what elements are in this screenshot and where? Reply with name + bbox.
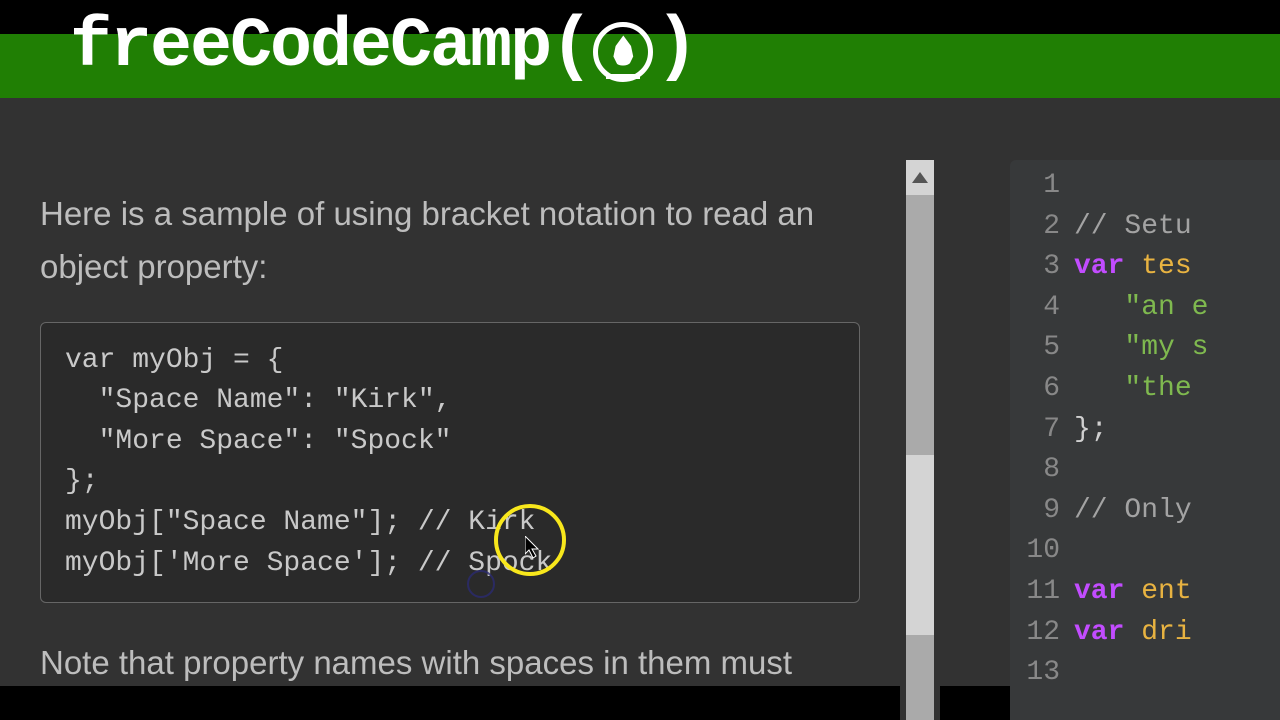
editor-line[interactable]: 7};: [1010, 410, 1280, 451]
lesson-intro-text: Here is a sample of using bracket notati…: [40, 188, 860, 294]
editor-line-content[interactable]: var ent: [1074, 572, 1192, 613]
editor-line-content[interactable]: // Setu: [1074, 207, 1192, 248]
code-editor-pane[interactable]: 12// Setu3var tes4 "an e5 "my s6 "the 7}…: [1010, 160, 1280, 720]
line-number: 8: [1010, 450, 1074, 491]
editor-line[interactable]: 3var tes: [1010, 247, 1280, 288]
lesson-note-text: Note that property names with spaces in …: [40, 637, 860, 690]
line-number: 2: [1010, 207, 1074, 248]
editor-line-content[interactable]: "my s: [1074, 328, 1208, 369]
editor-line[interactable]: 10: [1010, 531, 1280, 572]
editor-line[interactable]: 11var ent: [1010, 572, 1280, 613]
paren-open: (: [550, 19, 591, 77]
brand-logo: freeCodeCamp(): [70, 18, 697, 78]
scroll-up-button[interactable]: [906, 160, 934, 195]
editor-line-content[interactable]: // Only: [1074, 491, 1192, 532]
editor-line[interactable]: 2// Setu: [1010, 207, 1280, 248]
editor-line[interactable]: 8: [1010, 450, 1280, 491]
line-number: 12: [1010, 613, 1074, 654]
line-number: 9: [1010, 491, 1074, 532]
code-sample-text: var myObj = { "Space Name": "Kirk", "Mor…: [65, 341, 835, 585]
editor-line-content[interactable]: "an e: [1074, 288, 1208, 329]
editor-line-content[interactable]: var dri: [1074, 613, 1192, 654]
line-number: 3: [1010, 247, 1074, 288]
editor-line[interactable]: 9// Only: [1010, 491, 1280, 532]
flame-icon: [593, 22, 653, 82]
line-number: 4: [1010, 288, 1074, 329]
app-stage: freeCodeCamp() Here is a sample of using…: [0, 34, 1280, 686]
editor-line[interactable]: 6 "the: [1010, 369, 1280, 410]
editor-line[interactable]: 4 "an e: [1010, 288, 1280, 329]
line-number: 13: [1010, 653, 1074, 694]
line-number: 1: [1010, 166, 1074, 207]
left-pane-scrollbar[interactable]: [900, 160, 940, 720]
paren-close: ): [655, 19, 696, 77]
secondary-circle-icon: [467, 570, 495, 598]
line-number: 5: [1010, 328, 1074, 369]
editor-line[interactable]: 5 "my s: [1010, 328, 1280, 369]
scrollbar-thumb[interactable]: [906, 455, 934, 635]
line-number: 10: [1010, 531, 1074, 572]
editor-line[interactable]: 1: [1010, 166, 1280, 207]
scrollbar-track[interactable]: [906, 195, 934, 720]
editor-line-content[interactable]: "the: [1074, 369, 1208, 410]
chevron-up-icon: [912, 172, 928, 183]
editor-line-content[interactable]: var tes: [1074, 247, 1192, 288]
editor-line-content[interactable]: };: [1074, 410, 1108, 451]
brand-banner: freeCodeCamp(): [0, 34, 1280, 98]
lesson-content: Here is a sample of using bracket notati…: [0, 98, 900, 686]
editor-line[interactable]: 12var dri: [1010, 613, 1280, 654]
line-number: 11: [1010, 572, 1074, 613]
line-number: 7: [1010, 410, 1074, 451]
code-sample-box: var myObj = { "Space Name": "Kirk", "Mor…: [40, 322, 860, 604]
editor-line[interactable]: 13: [1010, 653, 1280, 694]
line-number: 6: [1010, 369, 1074, 410]
brand-name-text: freeCodeCamp: [70, 20, 550, 76]
